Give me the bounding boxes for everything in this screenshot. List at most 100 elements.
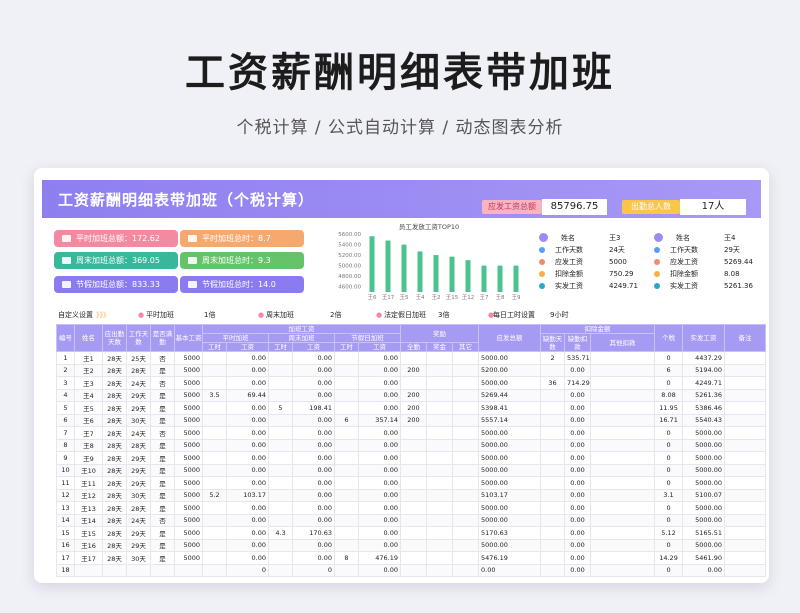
table-cell[interactable]: 14: [56, 513, 75, 527]
table-cell[interactable]: 29天: [126, 401, 151, 415]
table-cell[interactable]: [400, 463, 427, 477]
table-cell[interactable]: 5000: [174, 476, 203, 490]
table-cell[interactable]: 29天: [126, 526, 151, 540]
table-cell[interactable]: 3: [56, 376, 75, 390]
table-cell[interactable]: 30天: [126, 488, 151, 502]
table-cell[interactable]: 9: [56, 451, 75, 465]
table-cell[interactable]: 王12: [74, 488, 103, 502]
table-cell[interactable]: 王7: [74, 426, 103, 440]
table-cell[interactable]: [400, 451, 427, 465]
table-cell[interactable]: 0.00: [358, 451, 401, 465]
table-cell[interactable]: 0.00: [292, 426, 335, 440]
table-cell[interactable]: 0: [654, 513, 684, 527]
table-cell[interactable]: [590, 488, 656, 502]
table-cell[interactable]: 5000.00: [682, 538, 726, 552]
table-cell[interactable]: 5269.44: [478, 388, 542, 402]
table-cell[interactable]: [334, 513, 359, 527]
table-cell[interactable]: 是: [150, 476, 175, 490]
table-cell[interactable]: 是: [150, 526, 175, 540]
table-cell[interactable]: [590, 438, 656, 452]
table-cell[interactable]: 0.00: [226, 438, 269, 452]
table-cell[interactable]: 0.00: [564, 388, 592, 402]
table-cell[interactable]: 0.00: [358, 388, 401, 402]
table-cell[interactable]: [540, 363, 566, 377]
table-cell[interactable]: 4437.29: [682, 351, 726, 365]
table-cell[interactable]: [334, 438, 359, 452]
table-cell[interactable]: 28天: [102, 451, 127, 465]
table-cell[interactable]: 0.00: [682, 563, 726, 577]
table-cell[interactable]: [426, 501, 453, 515]
table-cell[interactable]: [334, 501, 359, 515]
table-cell[interactable]: 0: [654, 476, 684, 490]
table-cell[interactable]: 0.00: [226, 451, 269, 465]
table-cell[interactable]: 0.00: [564, 538, 592, 552]
table-cell[interactable]: [202, 551, 227, 565]
table-cell[interactable]: [451, 376, 480, 390]
table-cell[interactable]: 王13: [74, 501, 103, 515]
table-cell[interactable]: 6: [56, 413, 75, 427]
table-cell[interactable]: 0.00: [292, 476, 335, 490]
table-cell[interactable]: 17: [56, 551, 75, 565]
table-cell[interactable]: 王16: [74, 538, 103, 552]
table-cell[interactable]: 5000.00: [682, 438, 726, 452]
table-cell[interactable]: 0.00: [358, 538, 401, 552]
table-cell[interactable]: 198.41: [292, 401, 335, 415]
table-cell[interactable]: [451, 451, 480, 465]
table-cell[interactable]: [334, 488, 359, 502]
table-cell[interactable]: 10: [56, 463, 75, 477]
table-cell[interactable]: 王2: [74, 363, 103, 377]
table-cell[interactable]: [724, 563, 767, 577]
table-cell[interactable]: 6: [334, 413, 359, 427]
table-cell[interactable]: 0.00: [292, 388, 335, 402]
table-cell[interactable]: 28天: [102, 513, 127, 527]
table-cell[interactable]: 8: [56, 438, 75, 452]
table-cell[interactable]: 28天: [102, 426, 127, 440]
table-cell[interactable]: [724, 426, 767, 440]
table-cell[interactable]: [334, 538, 359, 552]
table-cell[interactable]: [400, 551, 427, 565]
table-cell[interactable]: 5000: [174, 538, 203, 552]
table-cell[interactable]: [724, 551, 767, 565]
table-cell[interactable]: [590, 463, 656, 477]
table-cell[interactable]: 0.00: [292, 363, 335, 377]
table-cell[interactable]: 5386.46: [682, 401, 726, 415]
table-cell[interactable]: [268, 476, 293, 490]
table-cell[interactable]: 11.95: [654, 401, 684, 415]
table-cell[interactable]: [426, 563, 453, 577]
table-cell[interactable]: 0.00: [564, 501, 592, 515]
table-cell[interactable]: 5000: [174, 463, 203, 477]
table-cell[interactable]: [400, 538, 427, 552]
table-cell[interactable]: 28天: [102, 526, 127, 540]
table-cell[interactable]: 0: [654, 426, 684, 440]
table-cell[interactable]: [202, 538, 227, 552]
table-cell[interactable]: 5000: [174, 401, 203, 415]
table-cell[interactable]: [426, 376, 453, 390]
table-cell[interactable]: [426, 351, 453, 365]
table-cell[interactable]: [590, 363, 656, 377]
table-cell[interactable]: 5476.19: [478, 551, 542, 565]
table-cell[interactable]: 0.00: [226, 501, 269, 515]
table-cell[interactable]: 否: [150, 376, 175, 390]
table-cell[interactable]: 0.00: [564, 363, 592, 377]
table-cell[interactable]: 28天: [102, 438, 127, 452]
table-cell[interactable]: 5: [268, 401, 293, 415]
table-cell[interactable]: 5000.00: [478, 476, 542, 490]
table-cell[interactable]: 28天: [102, 501, 127, 515]
table-cell[interactable]: 0: [654, 438, 684, 452]
table-cell[interactable]: 否: [150, 513, 175, 527]
table-cell[interactable]: [540, 388, 566, 402]
table-cell[interactable]: 0.00: [292, 551, 335, 565]
table-cell[interactable]: [590, 526, 656, 540]
table-cell[interactable]: 0: [654, 563, 684, 577]
table-cell[interactable]: 0.00: [226, 413, 269, 427]
table-cell[interactable]: 4.3: [268, 526, 293, 540]
table-cell[interactable]: [174, 563, 203, 577]
table-cell[interactable]: 0.00: [358, 463, 401, 477]
table-cell[interactable]: [590, 501, 656, 515]
table-cell[interactable]: 28天: [102, 551, 127, 565]
table-cell[interactable]: 否: [150, 426, 175, 440]
table-cell[interactable]: [268, 463, 293, 477]
table-cell[interactable]: 200: [400, 413, 427, 427]
table-cell[interactable]: 0.00: [564, 476, 592, 490]
table-cell[interactable]: [426, 426, 453, 440]
